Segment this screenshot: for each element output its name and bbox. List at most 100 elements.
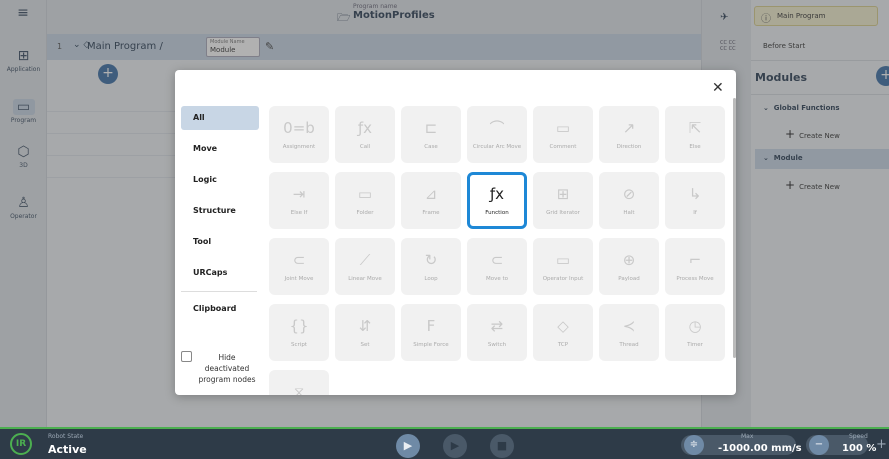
- category-logic[interactable]: Logic: [181, 168, 259, 192]
- linear-move-icon: ⟋: [359, 251, 371, 269]
- speed-value: 100 %: [842, 443, 877, 454]
- node-tile-grid-iterator[interactable]: ⊞ Grid Iterator: [533, 172, 593, 229]
- node-tile-label: Circular Arc Move: [472, 144, 522, 150]
- hide-deactivated-text: Hide deactivated: [204, 353, 250, 373]
- tcp-icon: ◇: [557, 317, 569, 335]
- node-tile-assignment[interactable]: 0=b Assignment: [269, 106, 329, 163]
- divider: [181, 291, 257, 292]
- node-tile-direction[interactable]: ↗ Direction: [599, 106, 659, 163]
- node-tile-else-if[interactable]: ⇥ Else If: [269, 172, 329, 229]
- node-tile-label: Else If: [290, 210, 308, 216]
- node-tile-label: Timer: [687, 342, 703, 348]
- node-tile-call[interactable]: ƒx Call: [335, 106, 395, 163]
- node-tile-label: Linear Move: [348, 276, 382, 282]
- node-tile-label: Thread: [619, 342, 639, 348]
- direction-icon: ↗: [622, 119, 636, 137]
- joint-move-icon: ⊂: [292, 251, 306, 269]
- node-tile-label: Comment: [549, 144, 577, 150]
- node-tile-joint-move[interactable]: ⊂ Joint Move: [269, 238, 329, 295]
- hide-deactivated-label: Hide deactivated program nodes: [197, 352, 257, 385]
- robot-state-icon[interactable]: IR: [10, 433, 32, 455]
- node-tile-move-to[interactable]: ⊂ Move to: [467, 238, 527, 295]
- node-tile-frame[interactable]: ⊿ Frame: [401, 172, 461, 229]
- node-tile-label: Process Move: [676, 276, 714, 282]
- unnamed-icon: ⧖: [293, 383, 305, 395]
- frame-icon: ⊿: [424, 185, 438, 203]
- circular-arc-move-icon: ⌒: [489, 119, 505, 137]
- scrollbar[interactable]: [733, 98, 736, 358]
- node-tile-simple-force[interactable]: F Simple Force: [401, 304, 461, 361]
- node-tile-label: Set: [360, 342, 370, 348]
- robot-state-label: Robot State: [48, 433, 84, 440]
- node-tile-function[interactable]: ƒx Function: [467, 172, 527, 229]
- node-tile-comment[interactable]: ▭ Comment: [533, 106, 593, 163]
- process-move-icon: ⌐: [688, 251, 702, 269]
- node-tile-label: Direction: [616, 144, 642, 150]
- node-tile-label: Script: [291, 342, 307, 348]
- node-tile-label: Simple Force: [413, 342, 449, 348]
- call-icon: ƒx: [357, 119, 373, 137]
- node-tile-operator-input[interactable]: ▭ Operator Input: [533, 238, 593, 295]
- category-urcaps[interactable]: URCaps: [181, 261, 259, 285]
- node-tile-process-move[interactable]: ⌐ Process Move: [665, 238, 725, 295]
- node-tile-switch[interactable]: ⇄ Switch: [467, 304, 527, 361]
- node-tile-circular-arc-move[interactable]: ⌒ Circular Arc Move: [467, 106, 527, 163]
- node-tile-payload[interactable]: ⊕ Payload: [599, 238, 659, 295]
- node-tile-label: Else: [689, 144, 701, 150]
- node-tile-else[interactable]: ⇱ Else: [665, 106, 725, 163]
- else-icon: ⇱: [688, 119, 702, 137]
- node-tile-label: Call: [359, 144, 371, 150]
- node-tile-if[interactable]: ↳ If: [665, 172, 725, 229]
- node-tile-script[interactable]: {} Script: [269, 304, 329, 361]
- set-icon: ⇵: [358, 317, 372, 335]
- node-tile-unnamed[interactable]: ⧖: [269, 370, 329, 395]
- node-tile-linear-move[interactable]: ⟋ Linear Move: [335, 238, 395, 295]
- close-icon[interactable]: ✕: [712, 80, 724, 96]
- node-tile-label: Switch: [487, 342, 507, 348]
- node-tile-loop[interactable]: ↻ Loop: [401, 238, 461, 295]
- node-tile-folder[interactable]: ▭ Folder: [335, 172, 395, 229]
- switch-icon: ⇄: [490, 317, 504, 335]
- category-clipboard[interactable]: Clipboard: [181, 297, 259, 321]
- play-button[interactable]: ▶: [396, 434, 420, 458]
- comment-icon: ▭: [555, 119, 571, 137]
- node-tile-set[interactable]: ⇵ Set: [335, 304, 395, 361]
- node-tile-timer[interactable]: ◷ Timer: [665, 304, 725, 361]
- speed-icon[interactable]: −: [809, 435, 829, 455]
- assignment-icon: 0=b: [283, 119, 315, 137]
- grid-iterator-icon: ⊞: [556, 185, 570, 203]
- node-tile-label: Case: [424, 144, 438, 150]
- node-tile-label: Grid Iterator: [546, 210, 580, 216]
- node-tile-thread[interactable]: ≺ Thread: [599, 304, 659, 361]
- node-tile-label: If: [693, 210, 697, 216]
- node-tile-case[interactable]: ⊏ Case: [401, 106, 461, 163]
- simple-force-icon: F: [426, 317, 436, 335]
- category-tool[interactable]: Tool: [181, 230, 259, 254]
- thread-icon: ≺: [622, 317, 636, 335]
- script-icon: {}: [289, 317, 309, 335]
- hide-deactivated-checkbox[interactable]: [181, 351, 192, 362]
- category-all[interactable]: All: [181, 106, 259, 130]
- node-tile-label: Payload: [618, 276, 640, 282]
- hide-deactivated-text: program nodes: [198, 375, 256, 384]
- timer-icon: ◷: [688, 317, 702, 335]
- node-tile-label: Halt: [623, 210, 635, 216]
- speed-limit-icon[interactable]: ≑: [684, 435, 704, 455]
- node-tile-label: TCP: [557, 342, 569, 348]
- function-icon: ƒx: [489, 185, 505, 203]
- max-label: Max: [741, 433, 754, 440]
- node-tile-label: Joint Move: [284, 276, 314, 282]
- stop-button[interactable]: ■: [490, 434, 514, 458]
- category-move[interactable]: Move: [181, 137, 259, 161]
- halt-icon: ⊘: [622, 185, 636, 203]
- category-structure[interactable]: Structure: [181, 199, 259, 223]
- else-if-icon: ⇥: [292, 185, 306, 203]
- max-value: -1000.00 mm/s: [718, 443, 802, 454]
- folder-icon: ▭: [357, 185, 373, 203]
- node-tile-halt[interactable]: ⊘ Halt: [599, 172, 659, 229]
- node-tile-label: Operator Input: [542, 276, 584, 282]
- step-button[interactable]: ▶: [443, 434, 467, 458]
- plus-icon[interactable]: +: [876, 437, 887, 452]
- node-tile-tcp[interactable]: ◇ TCP: [533, 304, 593, 361]
- node-tile-label: Folder: [356, 210, 374, 216]
